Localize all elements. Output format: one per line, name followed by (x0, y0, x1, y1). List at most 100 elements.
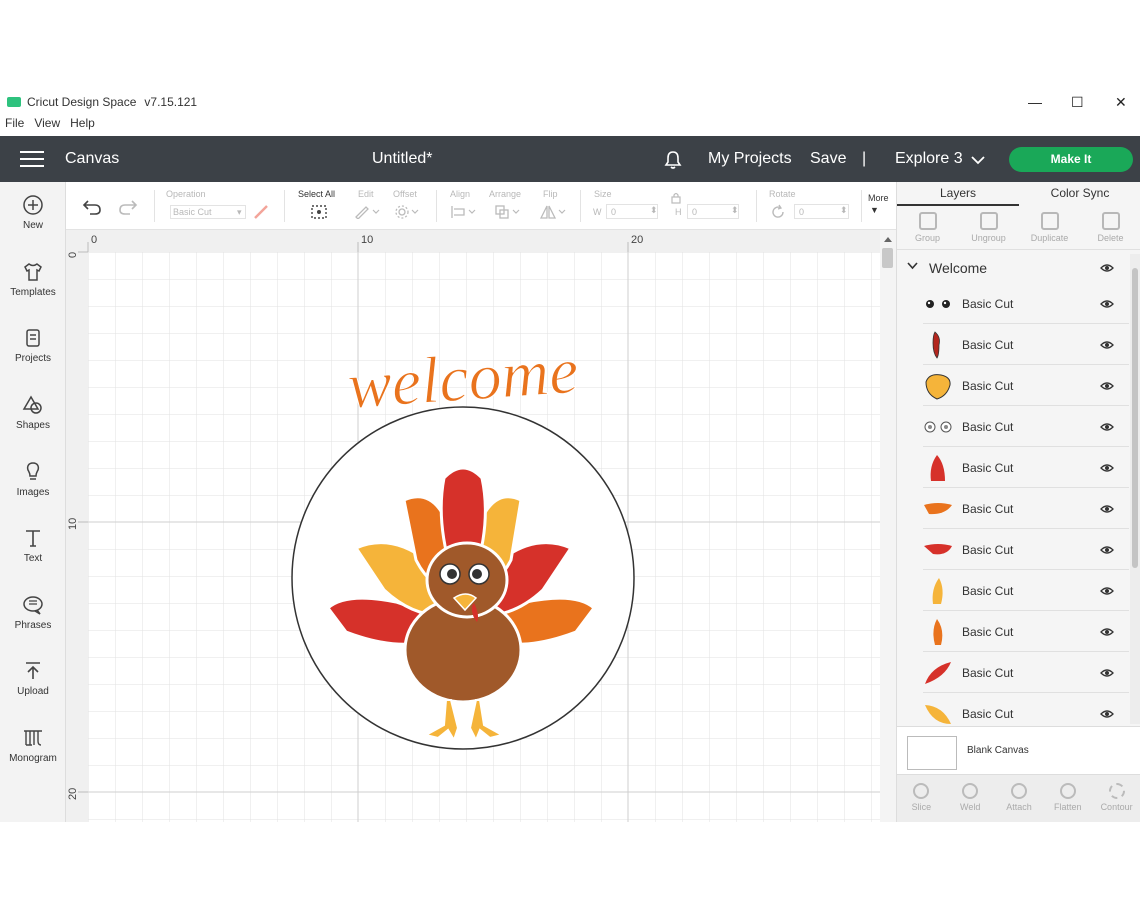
attach-button[interactable]: Attach (995, 775, 1044, 822)
close-window-button[interactable]: ✕ (1115, 94, 1127, 111)
layer-item[interactable]: Basic Cut (923, 366, 1129, 406)
contour-icon (1108, 783, 1125, 799)
rotate-icon[interactable] (770, 204, 786, 220)
layers-scroll-knob[interactable] (1132, 268, 1138, 568)
layer-group-welcome[interactable]: Welcome (897, 254, 1131, 284)
layer-item[interactable]: Basic Cut (923, 571, 1129, 611)
weld-button[interactable]: Weld (946, 775, 995, 822)
design-canvas[interactable]: 0 10 20 0 10 20 welcome (66, 230, 896, 822)
duplicate-button[interactable]: Duplicate (1019, 206, 1080, 249)
lock-icon[interactable] (671, 192, 681, 204)
redo-icon[interactable] (118, 199, 138, 215)
chevron-down-icon[interactable]: ▼ (870, 205, 879, 215)
offset-icon[interactable] (394, 204, 420, 220)
eye-icon[interactable] (1100, 381, 1114, 391)
layer-label: Basic Cut (962, 297, 1014, 311)
maximize-button[interactable]: ☐ (1071, 94, 1084, 111)
minimize-button[interactable]: — (1028, 94, 1042, 110)
eye-icon[interactable] (1100, 299, 1114, 309)
ruler-left-tick: 20 (67, 788, 79, 800)
rotate-input[interactable]: 0 ⬍ (794, 204, 849, 219)
bell-icon[interactable] (663, 150, 683, 170)
operation-select[interactable]: Basic Cut ▾ (170, 205, 246, 219)
eye-icon[interactable] (1100, 422, 1114, 432)
menu-help[interactable]: Help (70, 116, 95, 136)
canvas-scrollbar[interactable] (880, 230, 896, 822)
my-projects-button[interactable]: My Projects (708, 150, 792, 168)
sidebar-item-new[interactable]: New (0, 194, 66, 231)
eye-icon[interactable] (1100, 627, 1114, 637)
weld-icon (962, 783, 979, 799)
operation-value: Basic Cut (173, 207, 212, 217)
tab-layers[interactable]: Layers (897, 182, 1019, 206)
flatten-button[interactable]: Flatten (1043, 775, 1092, 822)
eye-icon[interactable] (1100, 340, 1114, 350)
hamburger-menu-icon[interactable] (20, 151, 44, 167)
ungroup-button[interactable]: Ungroup (958, 206, 1019, 249)
width-input[interactable]: 0 ⬍ (606, 204, 658, 219)
projects-icon (26, 329, 40, 347)
undo-icon[interactable] (82, 199, 102, 215)
eye-icon[interactable] (1100, 463, 1114, 473)
machine-select[interactable]: Explore 3 (895, 150, 963, 168)
make-it-button[interactable]: Make It (1009, 147, 1133, 172)
eye-icon[interactable] (1100, 709, 1114, 719)
layer-label: Basic Cut (962, 461, 1014, 475)
layer-item[interactable]: Basic Cut (923, 407, 1129, 447)
slice-button[interactable]: Slice (897, 775, 946, 822)
document-title: Untitled* (372, 150, 433, 167)
group-button[interactable]: Group (897, 206, 958, 249)
delete-label: Delete (1097, 233, 1124, 243)
flip-icon[interactable] (539, 204, 567, 220)
sidebar-item-text[interactable]: Text (0, 527, 66, 564)
save-button[interactable]: Save (810, 150, 846, 168)
app-window: Cricut Design Space v7.15.121 — ☐ ✕ File… (0, 88, 1140, 822)
stepper-icon[interactable]: ⬍ (650, 205, 658, 216)
canvas-grid[interactable]: 0 10 20 0 10 20 welcome (66, 230, 896, 822)
eye-icon[interactable] (1100, 668, 1114, 678)
eye-icon[interactable] (1100, 263, 1114, 273)
menu-file[interactable]: File (5, 116, 24, 136)
eye-icon[interactable] (1100, 586, 1114, 596)
wattle-thumbnail (932, 331, 940, 359)
align-icon[interactable] (450, 205, 478, 219)
edit-pen-icon[interactable] (354, 205, 380, 219)
select-all-label[interactable]: Select All (298, 189, 335, 199)
layers-scrollbar[interactable] (1130, 254, 1140, 724)
more-button[interactable]: More (868, 193, 889, 203)
orange-feather-2-thumbnail (933, 619, 943, 645)
layer-item[interactable]: Basic Cut (923, 448, 1129, 488)
eye-icon[interactable] (1100, 504, 1114, 514)
layer-item[interactable]: Basic Cut (923, 489, 1129, 529)
header-divider: | (862, 150, 867, 167)
chevron-down-icon[interactable] (971, 156, 985, 165)
app-name: Cricut Design Space (27, 95, 137, 109)
eye-icon[interactable] (1100, 545, 1114, 555)
layer-item[interactable]: Basic Cut (923, 530, 1129, 570)
sidebar-item-templates[interactable]: Templates (0, 261, 66, 298)
stepper-icon[interactable]: ⬍ (731, 205, 739, 216)
height-input[interactable]: 0 ⬍ (687, 204, 739, 219)
sidebar-item-monogram[interactable]: Monogram (0, 727, 66, 764)
layer-item[interactable]: Basic Cut (923, 284, 1129, 324)
contour-button[interactable]: Contour (1092, 775, 1140, 822)
tab-color-sync[interactable]: Color Sync (1019, 182, 1140, 206)
layer-item[interactable]: Basic Cut (923, 325, 1129, 365)
sidebar-item-shapes[interactable]: Shapes (0, 394, 66, 431)
sidebar-item-upload[interactable]: Upload (0, 660, 66, 697)
blank-canvas-row[interactable]: Blank Canvas (897, 726, 1140, 774)
layer-item[interactable]: Basic Cut (923, 653, 1129, 693)
delete-button[interactable]: Delete (1080, 206, 1140, 249)
linetype-color-icon[interactable] (252, 203, 270, 221)
sidebar-item-projects[interactable]: Projects (0, 327, 66, 364)
chevron-down-icon[interactable] (907, 262, 918, 270)
stepper-icon[interactable]: ⬍ (840, 205, 848, 216)
sidebar-item-phrases[interactable]: Phrases (0, 594, 66, 631)
sidebar-item-images[interactable]: Images (0, 461, 66, 498)
select-all-icon[interactable] (310, 204, 328, 220)
blank-canvas-swatch[interactable] (907, 736, 957, 770)
canvas-scroll-knob[interactable] (882, 248, 893, 268)
arrange-icon[interactable] (494, 204, 522, 220)
layer-item[interactable]: Basic Cut (923, 612, 1129, 652)
menu-view[interactable]: View (34, 116, 60, 136)
